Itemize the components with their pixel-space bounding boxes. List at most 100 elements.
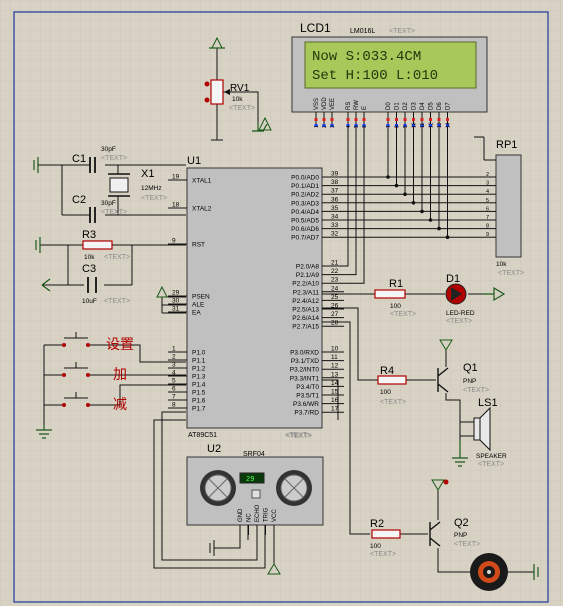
r3-value: 10k xyxy=(84,254,95,261)
mcu-pin-name: P3.6/WR xyxy=(293,401,319,408)
lcd-pin-label: E xyxy=(362,106,368,110)
lcd-pin-label: VDD xyxy=(322,97,328,110)
lcd-pin-number: 9 xyxy=(403,125,409,128)
mcu-pin-number: 34 xyxy=(331,214,339,221)
r4-ref: R4 xyxy=(380,365,394,377)
lcd-pin-label: D1 xyxy=(395,102,401,110)
resistor-r2-icon xyxy=(371,529,401,539)
svg-text:5: 5 xyxy=(486,198,489,204)
mcu-pin-number: 2 xyxy=(172,354,176,361)
mcu-pin-name: P2.7/A15 xyxy=(292,324,319,331)
lcd-pin-marker xyxy=(420,118,424,121)
x1-hint: <TEXT> xyxy=(141,195,167,202)
u2-hint: <TEXT> xyxy=(286,433,312,440)
rp1-hint: <TEXT> xyxy=(498,270,524,277)
lcd-pin-marker xyxy=(354,118,358,121)
d1-hint: <TEXT> xyxy=(446,318,472,325)
mcu-pin-number: 14 xyxy=(331,380,339,387)
button-minus-label: 减 xyxy=(113,396,127,412)
r2-ref: R2 xyxy=(370,518,384,530)
lcd-line1: Now S:033.4CM xyxy=(312,49,421,65)
lcd-pin-number: 3 xyxy=(330,125,336,128)
mcu-pin-name: P1.6 xyxy=(192,398,206,405)
lcd-pin-marker xyxy=(446,118,449,121)
svg-text:7: 7 xyxy=(486,215,489,221)
crystal-icon xyxy=(109,177,129,193)
button-set-label: 设置 xyxy=(106,336,134,352)
c1-hint: <TEXT> xyxy=(101,155,127,162)
lcd-pin-number: 13 xyxy=(437,122,443,128)
lcd-pin-marker xyxy=(314,118,318,121)
lcd-pin-label: D4 xyxy=(420,102,426,110)
lcd-pin-marker xyxy=(386,118,390,121)
mcu-pin-number: 32 xyxy=(331,231,339,238)
mcu-pin-name: P1.0 xyxy=(192,350,206,357)
lcd-pin-label: D0 xyxy=(386,102,392,110)
resistor-r4-icon xyxy=(377,375,407,385)
mcu-pin-number: 17 xyxy=(331,406,339,413)
u2-pin-label: TRIG xyxy=(264,507,270,522)
svg-text:9: 9 xyxy=(486,232,489,238)
lcd-pin-number: 11 xyxy=(420,123,426,128)
lcd-pin-number: 8 xyxy=(395,125,401,128)
c1-value: 30pF xyxy=(101,146,116,153)
lcd-ref: LCD1 xyxy=(300,21,331,35)
r2-hint: <TEXT> xyxy=(370,551,396,558)
mcu-pin-name: XTAL1 xyxy=(192,178,212,185)
svg-text:8: 8 xyxy=(486,224,489,230)
mcu-pin-number: 31 xyxy=(172,306,180,313)
mcu-pin-name: EA xyxy=(192,310,201,317)
q1-ref: Q1 xyxy=(463,362,478,374)
mcu-pin-name: ALE xyxy=(192,302,205,309)
lcd-hint: <TEXT> xyxy=(389,28,415,35)
mcu-pin-number: 1 xyxy=(172,346,176,353)
mcu-u1[interactable]: U1 AT89C51 <TEXT> 19XTAL118XTAL29RST29PS… xyxy=(168,155,344,439)
mcu-pin-name: P0.7/AD7 xyxy=(291,235,319,242)
lcd-pin-marker xyxy=(322,118,326,121)
r1-hint: <TEXT> xyxy=(390,311,416,318)
q2-hint: <TEXT> xyxy=(454,541,480,548)
mcu-pin-name: P3.7/RD xyxy=(294,410,319,417)
mcu-pin-number: 30 xyxy=(172,298,180,305)
lcd-part: LM016L xyxy=(350,28,375,35)
c3-value: 10uF xyxy=(82,298,97,305)
lcd-module[interactable]: LCD1 LM016L <TEXT> Now S:033.4CM Set H:1… xyxy=(291,21,488,128)
r1-value: 100 xyxy=(390,303,401,310)
mcu-pin-number: 22 xyxy=(331,268,339,275)
c2-value: 30pF xyxy=(101,200,116,207)
mcu-pin-number: 35 xyxy=(331,205,339,212)
u2-pin-label: GND xyxy=(238,508,244,522)
lcd-pin-label: RW xyxy=(354,100,360,110)
mcu-pin-number: 15 xyxy=(331,389,339,396)
lcd-pin-number: 1 xyxy=(314,125,320,128)
mcu-pin-number: 33 xyxy=(331,222,339,229)
mcu-pin-name: P1.5 xyxy=(192,390,206,397)
lcd-pin-label: RS xyxy=(346,102,352,110)
mcu-ref: U1 xyxy=(187,155,201,167)
mcu-pin-name: P2.5/A13 xyxy=(292,307,319,314)
d1-ref: D1 xyxy=(446,273,460,285)
mcu-pin-name: P3.1/TXD xyxy=(291,358,319,365)
lcd-pin-label: D5 xyxy=(429,102,435,110)
rp1-ref: RP1 xyxy=(496,139,517,151)
c3-ref: C3 xyxy=(82,263,96,275)
rv1-ref: RV1 xyxy=(230,83,250,94)
c2-ref: C2 xyxy=(72,194,86,206)
button-plus-label: 加 xyxy=(113,366,127,382)
mcu-pin-number: 18 xyxy=(172,202,180,209)
resistor-r1-icon xyxy=(374,289,406,299)
mcu-pin-name: P2.4/A12 xyxy=(292,298,319,305)
mcu-pin-number: 11 xyxy=(331,354,338,361)
mcu-pin-number: 10 xyxy=(331,346,339,353)
mcu-pin-name: P0.1/AD1 xyxy=(291,183,319,190)
r1-ref: R1 xyxy=(389,278,403,290)
lcd-pin-marker xyxy=(395,118,398,121)
lcd-pin-label: VEE xyxy=(330,98,336,110)
r4-hint: <TEXT> xyxy=(380,399,406,406)
mcu-pin-name: P2.2/A10 xyxy=(292,281,319,288)
mcu-pin-number: 28 xyxy=(331,320,339,327)
lcd-pin-label: D3 xyxy=(412,102,418,110)
lcd-pin-number: 4 xyxy=(346,125,352,128)
rv1-value: 10k xyxy=(232,96,243,103)
mcu-pin-name: P0.0/AD0 xyxy=(291,175,319,182)
